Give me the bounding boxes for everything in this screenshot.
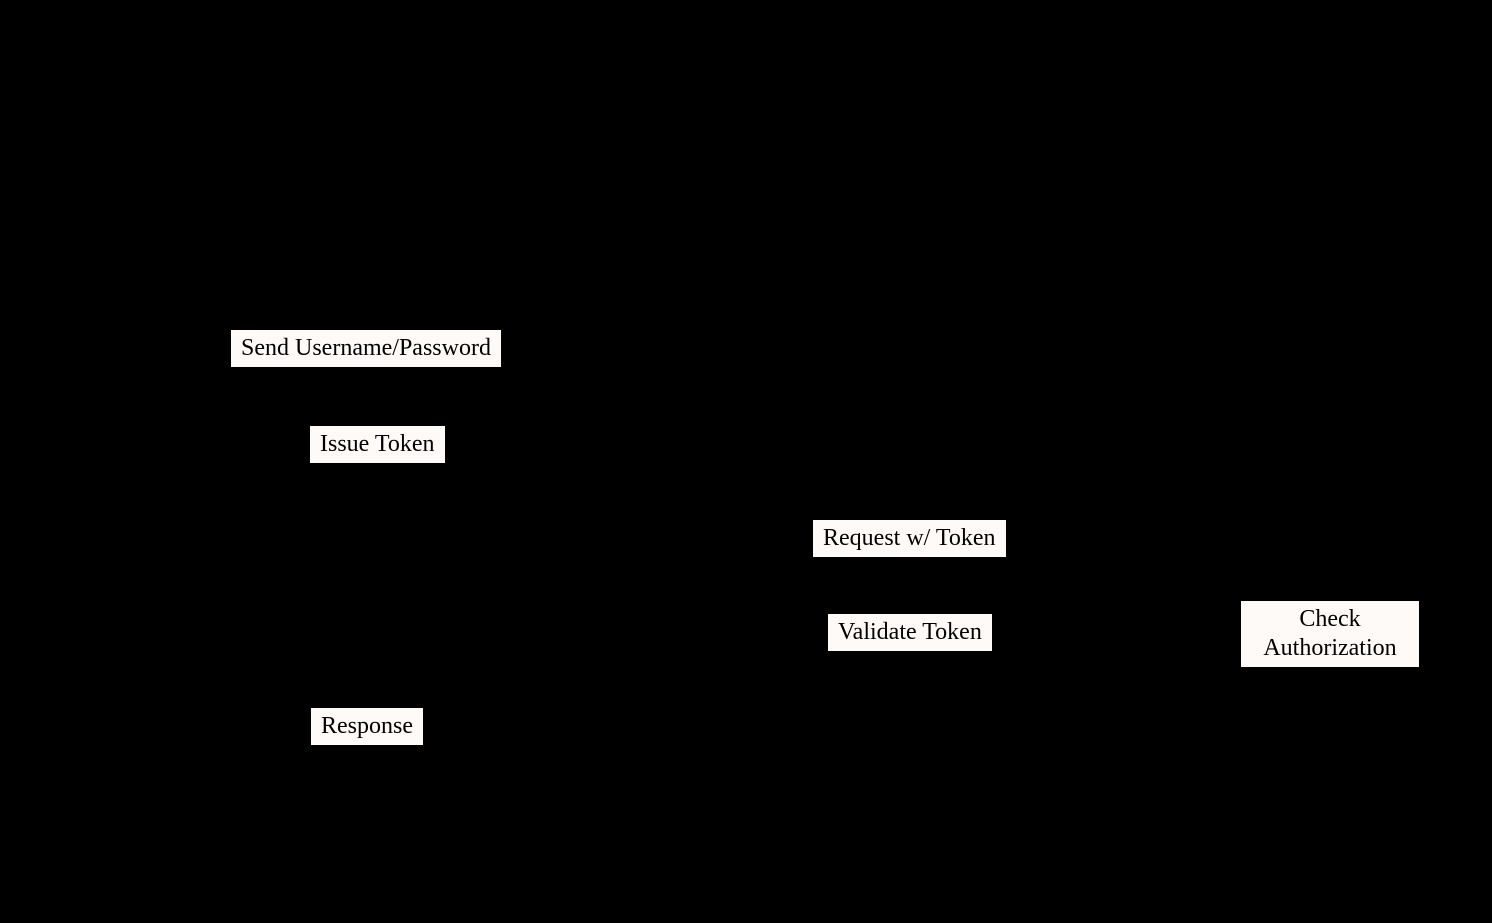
label-validate-token: Validate Token [828,614,992,651]
label-send-credentials: Send Username/Password [231,330,501,367]
label-request-with-token: Request w/ Token [813,520,1006,557]
label-response: Response [311,708,423,745]
label-issue-token: Issue Token [310,426,445,463]
label-check-authorization: Check Authorization [1241,601,1419,667]
